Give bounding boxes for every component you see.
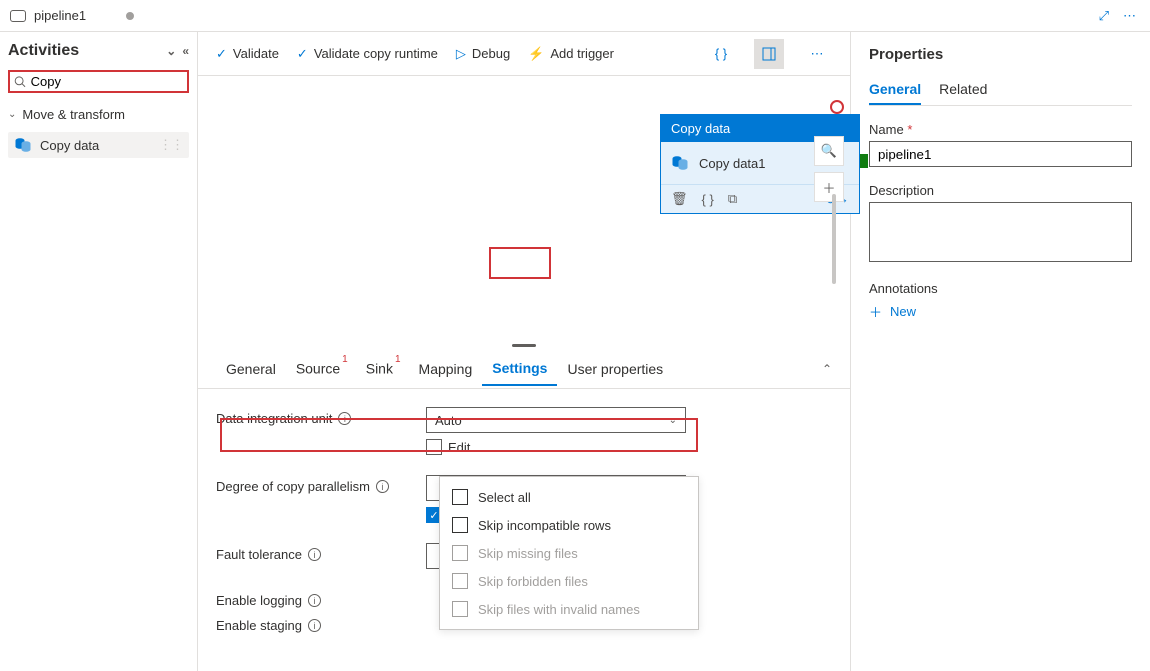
option-label: Skip missing files bbox=[478, 546, 578, 561]
tab-settings[interactable]: Settings bbox=[482, 352, 557, 386]
properties-panel: Properties General Related Name * Descri… bbox=[850, 32, 1150, 671]
chevron-down-icon: ⌄ bbox=[8, 109, 16, 120]
validate-button[interactable]: ✓Validate bbox=[216, 46, 279, 62]
checkbox-icon bbox=[452, 573, 468, 589]
chevron-down-icon: ⌄ bbox=[669, 415, 677, 426]
pipeline-canvas[interactable]: Copy data Copy data1 🗑 { } ⧉ ⊕→ 🔍 ＋ bbox=[198, 76, 850, 341]
pipeline-toolbar: ✓Validate ✓Validate copy runtime ▷Debug … bbox=[198, 32, 850, 76]
debug-button[interactable]: ▷Debug bbox=[456, 46, 510, 62]
fault-option[interactable]: Select all bbox=[440, 483, 698, 511]
search-icon bbox=[14, 75, 27, 89]
option-label: Select all bbox=[478, 490, 531, 505]
check-icon: ✓ bbox=[297, 46, 308, 62]
grip-icon: ⋮⋮ bbox=[159, 137, 183, 153]
activities-search-input[interactable] bbox=[31, 74, 183, 89]
tab-general[interactable]: General bbox=[216, 353, 286, 385]
category-move-transform[interactable]: ⌄ Move & transform bbox=[8, 107, 189, 122]
error-badge: 1 bbox=[342, 354, 348, 365]
tab-sink[interactable]: Sink1 bbox=[356, 352, 409, 385]
output-port[interactable] bbox=[860, 154, 868, 168]
fault-option: Skip files with invalid names bbox=[440, 595, 698, 623]
info-icon[interactable]: i bbox=[338, 412, 351, 425]
diu-select[interactable]: Auto⌄ bbox=[426, 407, 686, 433]
diu-label: Data integration uniti bbox=[216, 407, 426, 426]
description-input[interactable] bbox=[869, 202, 1132, 262]
fault-option: Skip missing files bbox=[440, 539, 698, 567]
info-icon[interactable]: i bbox=[376, 480, 389, 493]
database-icon bbox=[671, 154, 689, 172]
checkbox-icon bbox=[452, 517, 468, 533]
diu-edit-checkbox[interactable] bbox=[426, 439, 442, 455]
node-name: Copy data1 bbox=[699, 156, 766, 171]
play-icon: ▷ bbox=[456, 46, 466, 62]
enable-logging-label: Enable loggingi bbox=[216, 589, 426, 608]
collapse-panel-icon[interactable]: ⌃ bbox=[822, 362, 832, 376]
checkbox-icon bbox=[452, 489, 468, 505]
plus-icon: ＋ bbox=[869, 302, 882, 321]
checkbox-icon bbox=[452, 601, 468, 617]
activities-sidebar: Activities ⌄ « ⌄ Move & transform Copy d… bbox=[0, 32, 198, 671]
pipeline-name: pipeline1 bbox=[34, 8, 86, 23]
more-icon[interactable]: ⋯ bbox=[1123, 8, 1136, 24]
tab-source[interactable]: Source1 bbox=[286, 352, 356, 385]
annotations-label: Annotations bbox=[869, 281, 1132, 296]
name-input[interactable] bbox=[869, 141, 1132, 167]
validate-copy-button[interactable]: ✓Validate copy runtime bbox=[297, 46, 438, 62]
activity-label: Copy data bbox=[40, 138, 99, 153]
properties-toggle-button[interactable] bbox=[754, 39, 784, 69]
unsaved-indicator-icon bbox=[126, 12, 134, 20]
activity-copy-data[interactable]: Copy data ⋮⋮ bbox=[8, 132, 189, 158]
code-icon[interactable]: { } bbox=[702, 192, 714, 207]
activity-tabs: General Source1 Sink1 Mapping Settings U… bbox=[198, 349, 850, 389]
option-label: Skip files with invalid names bbox=[478, 602, 640, 617]
dop-label: Degree of copy parallelismi bbox=[216, 475, 426, 494]
enable-staging-label: Enable stagingi bbox=[216, 614, 426, 633]
prop-tab-general[interactable]: General bbox=[869, 75, 921, 105]
option-label: Skip forbidden files bbox=[478, 574, 588, 589]
clone-icon[interactable]: ⧉ bbox=[728, 191, 737, 207]
diu-edit-label: Edit bbox=[448, 440, 470, 455]
activities-heading: Activities ⌄ « bbox=[8, 42, 189, 60]
check-icon: ✓ bbox=[216, 46, 227, 62]
canvas-search-button[interactable]: 🔍 bbox=[814, 136, 844, 166]
title-bar: pipeline1 ⤢ ⋯ bbox=[0, 0, 1150, 32]
window-actions: ⤢ ⋯ bbox=[1099, 8, 1140, 24]
properties-title: Properties bbox=[869, 46, 1132, 63]
name-label: Name * bbox=[869, 122, 1132, 137]
trigger-icon: ⚡ bbox=[528, 46, 544, 62]
zoom-slider[interactable] bbox=[832, 194, 836, 284]
activities-search[interactable] bbox=[8, 70, 189, 93]
code-view-button[interactable]: { } bbox=[706, 39, 736, 69]
panel-resize-handle[interactable] bbox=[198, 341, 850, 349]
collapse-down-icon[interactable]: ⌄ bbox=[166, 44, 176, 58]
info-icon[interactable]: i bbox=[308, 594, 321, 607]
tab-mapping[interactable]: Mapping bbox=[409, 353, 483, 385]
tab-user-properties[interactable]: User properties bbox=[557, 353, 673, 385]
toolbar-more-button[interactable]: ⋯ bbox=[802, 39, 832, 69]
fault-tolerance-dropdown: Select all Skip incompatible rows Skip mis… bbox=[439, 476, 699, 630]
info-icon[interactable]: i bbox=[308, 548, 321, 561]
delete-icon[interactable]: 🗑 bbox=[671, 191, 688, 207]
fault-option[interactable]: Skip incompatible rows bbox=[440, 511, 698, 539]
description-label: Description bbox=[869, 183, 1132, 198]
fault-option: Skip forbidden files bbox=[440, 567, 698, 595]
database-icon bbox=[14, 136, 32, 154]
info-icon[interactable]: i bbox=[308, 619, 321, 632]
new-annotation-button[interactable]: ＋New bbox=[869, 302, 1132, 321]
error-badge: 1 bbox=[395, 354, 401, 365]
checkbox-icon bbox=[452, 545, 468, 561]
breakpoint-icon[interactable] bbox=[830, 100, 844, 114]
canvas-add-button[interactable]: ＋ bbox=[814, 172, 844, 202]
add-trigger-button[interactable]: ⚡Add trigger bbox=[528, 46, 614, 62]
option-label: Skip incompatible rows bbox=[478, 518, 611, 533]
expand-icon[interactable]: ⤢ bbox=[1099, 8, 1109, 24]
prop-tab-related[interactable]: Related bbox=[939, 75, 987, 105]
pipeline-icon bbox=[10, 10, 26, 22]
category-label: Move & transform bbox=[22, 107, 125, 122]
activities-title: Activities bbox=[8, 42, 79, 60]
fault-tolerance-label: Fault tolerancei bbox=[216, 543, 426, 562]
collapse-left-icon[interactable]: « bbox=[182, 44, 189, 58]
